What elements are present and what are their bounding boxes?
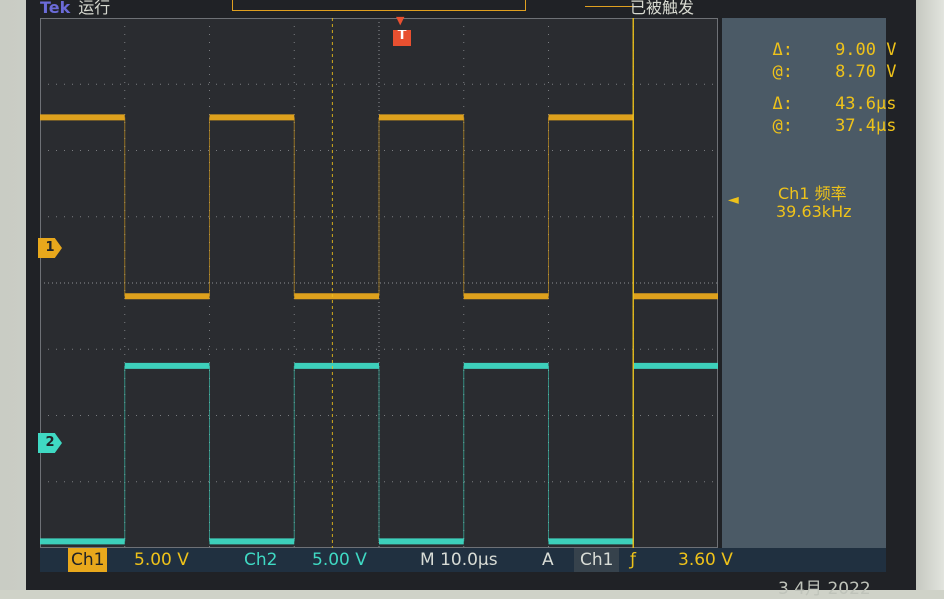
record-window-indicator — [585, 0, 635, 7]
time-cursor-at: @: 37.4μs — [772, 116, 897, 136]
brand-logo: Tek — [40, 0, 71, 17]
run-state: 运行 — [78, 0, 111, 17]
rising-edge-icon: ƒ — [630, 550, 636, 570]
trigger-source: Ch1 — [574, 548, 620, 572]
measurement-value: 39.63kHz — [776, 202, 852, 221]
waveform-canvas — [40, 18, 718, 548]
bezel-edge — [916, 0, 944, 590]
date-display: 3 4月 2022 — [778, 579, 871, 599]
run-status: Tek 运行 — [40, 0, 160, 18]
waveform-plot[interactable] — [40, 18, 718, 548]
timebase: M 10.0μs — [420, 550, 498, 570]
trigger-mode: A — [542, 550, 554, 570]
measurement-title: Ch1 频率 — [778, 184, 847, 203]
record-length-bar — [232, 0, 635, 11]
ch2-scale: 5.00 V — [312, 550, 367, 570]
status-bar: Ch1 5.00 V Ch2 5.00 V M 10.0μs A Ch1 ƒ 3… — [40, 548, 886, 572]
trigger-status: 已被触发 — [630, 0, 695, 17]
ch1-scale: 5.00 V — [134, 550, 189, 570]
ch2-label[interactable]: Ch2 — [244, 548, 277, 572]
ch1-label[interactable]: Ch1 — [68, 548, 108, 572]
arrow-left-icon: ◄ — [728, 192, 739, 208]
trigger-caret-icon: ▼ — [396, 14, 405, 27]
trigger-level: 3.60 V — [678, 550, 733, 570]
